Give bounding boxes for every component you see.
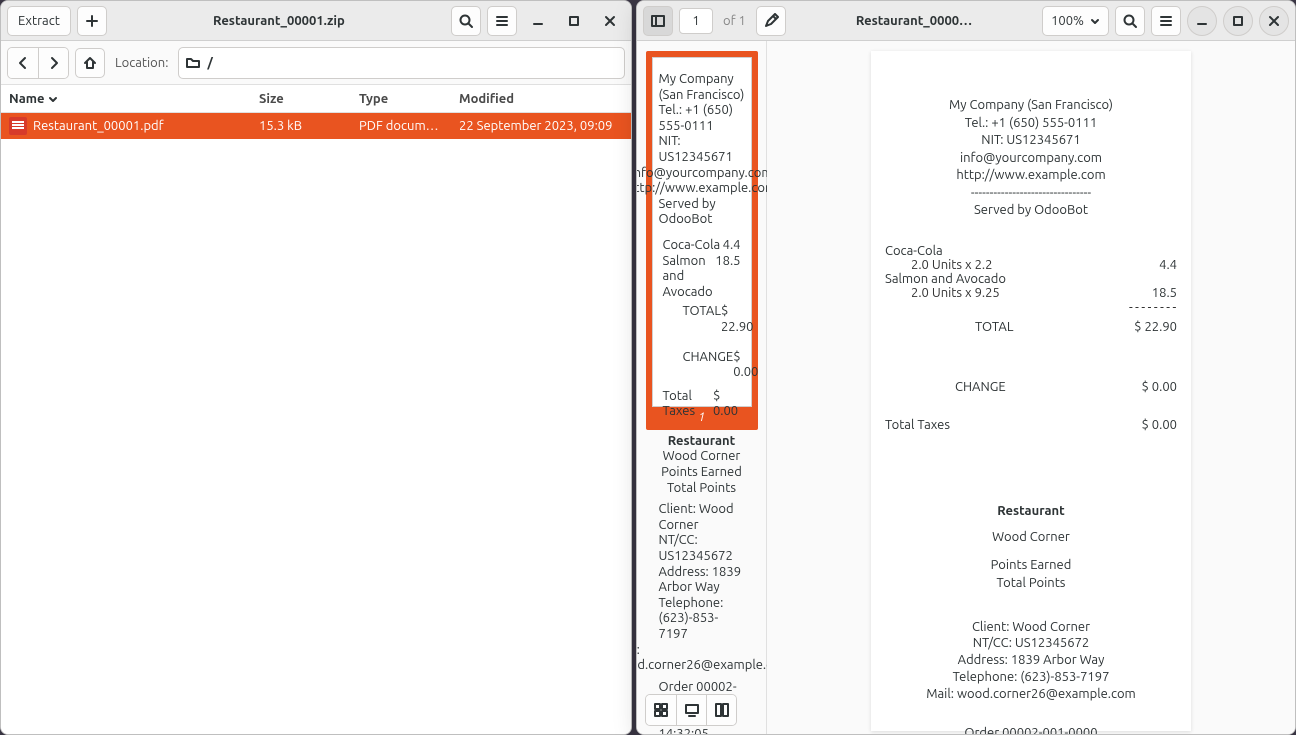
viewer-close-button[interactable] (1259, 6, 1289, 36)
back-button[interactable] (8, 48, 38, 78)
receipt-divider: -------- (885, 300, 1177, 314)
page-area[interactable]: My Company (San Francisco) Tel.: +1 (650… (767, 41, 1295, 734)
archive-title: Restaurant_00001.zip (113, 14, 445, 28)
home-button[interactable] (75, 48, 105, 78)
search-button[interactable] (451, 6, 481, 36)
outline-view-button[interactable] (676, 695, 706, 725)
location-label: Location: (111, 56, 172, 70)
sidebar-toggle-button[interactable] (643, 6, 673, 36)
receipt-items: Coca-Cola 2.0 Units x 2.24.4 Salmon and … (885, 244, 1177, 300)
col-modified[interactable]: Modified (451, 92, 631, 106)
page-of: of 1 (719, 14, 750, 28)
path-bar[interactable]: / (178, 47, 625, 79)
viewer-titlebar: of 1 Restaurant_0000… 100% (637, 1, 1295, 41)
viewer-body: My Company (San Francisco)Tel.: +1 (650)… (637, 41, 1295, 734)
extract-button[interactable]: Extract (7, 6, 71, 36)
annotations-view-button[interactable] (706, 695, 736, 725)
pdf-page: My Company (San Francisco) Tel.: +1 (650… (871, 51, 1191, 731)
thumbnail-number: 1 (698, 411, 705, 424)
viewer-window: of 1 Restaurant_0000… 100% My Company (S… (636, 0, 1296, 735)
thumbnail[interactable]: My Company (San Francisco)Tel.: +1 (650)… (646, 51, 758, 430)
viewer-minimize-button[interactable] (1187, 6, 1217, 36)
viewer-maximize-button[interactable] (1223, 6, 1253, 36)
view-mode-bar (645, 694, 737, 726)
thumbnail-page: My Company (San Francisco)Tel.: +1 (650)… (652, 57, 752, 407)
close-button[interactable] (595, 6, 625, 36)
folder-icon (185, 55, 201, 71)
minimize-button[interactable] (523, 6, 553, 36)
col-size[interactable]: Size (251, 92, 351, 106)
zoom-dropdown[interactable]: 100% (1042, 6, 1109, 36)
receipt-restaurant: Restaurant Wood Corner Points Earned Tot… (991, 502, 1072, 593)
maximize-button[interactable] (559, 6, 589, 36)
receipt-total: TOTAL$ 22.90 (885, 320, 1177, 334)
col-name[interactable]: Name (1, 92, 251, 106)
thumbnail-pane: My Company (San Francisco)Tel.: +1 (650)… (637, 41, 767, 734)
file-list: Name Size Type Modified Restaurant_00001… (1, 85, 631, 734)
file-row[interactable]: Restaurant_00001.pdf 15.3 kB PDF docum… … (1, 113, 631, 139)
path-segment: / (207, 56, 212, 70)
col-type[interactable]: Type (351, 92, 451, 106)
archive-window: Extract Restaurant_00001.zip Location: / (0, 0, 632, 735)
nav-group (7, 47, 69, 79)
receipt-change: CHANGE$ 0.00 (885, 380, 1177, 394)
viewer-hamburger-button[interactable] (1151, 6, 1181, 36)
pdf-icon (9, 117, 27, 135)
add-button[interactable] (77, 6, 107, 36)
viewer-title: Restaurant_0000… (792, 14, 1036, 28)
receipt-taxes: Total Taxes$ 0.00 (885, 418, 1177, 432)
viewer-search-button[interactable] (1115, 6, 1145, 36)
list-header: Name Size Type Modified (1, 85, 631, 113)
receipt-footer: Order 00002-001-0000 09/22/2023 14:32:05… (964, 725, 1097, 734)
forward-button[interactable] (38, 48, 68, 78)
archive-titlebar: Extract Restaurant_00001.zip (1, 1, 631, 41)
page-input[interactable] (679, 8, 713, 34)
receipt-client: Client: Wood Corner NT/CC: US12345672 Ad… (926, 619, 1136, 703)
receipt-header: My Company (San Francisco) Tel.: +1 (650… (949, 97, 1113, 220)
archive-toolbar: Location: / (1, 41, 631, 85)
grid-view-button[interactable] (646, 695, 676, 725)
hamburger-button[interactable] (487, 6, 517, 36)
annotate-button[interactable] (756, 6, 786, 36)
